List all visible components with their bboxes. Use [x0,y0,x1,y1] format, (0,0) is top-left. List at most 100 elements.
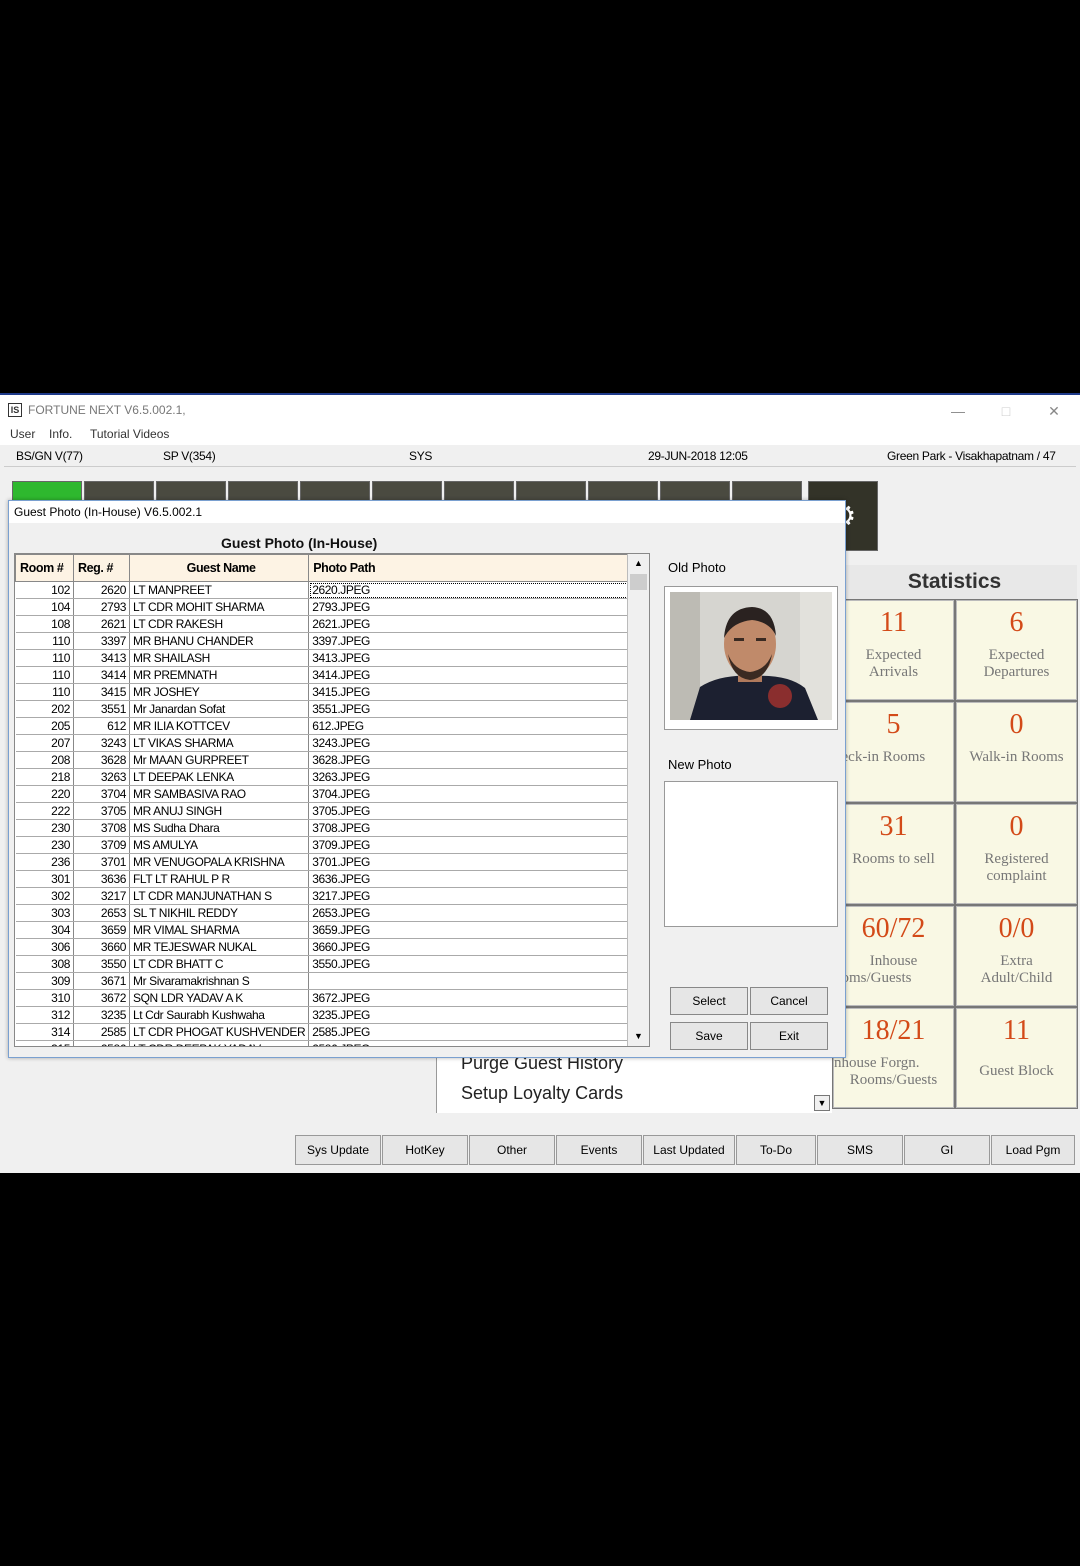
cell-room: 110 [15,649,74,667]
scroll-up-arrow-icon[interactable]: ▲ [630,555,647,572]
cell-photo-path: 3705.JPEG [308,802,632,820]
cell-guest-name: MR ILIA KOTTCEV [129,717,310,735]
cell-guest-name: MR ANUJ SINGH [129,802,310,820]
cancel-button[interactable]: Cancel [750,987,828,1015]
menu-info[interactable]: Info. [49,427,72,441]
application-window: IS FORTUNE NEXT V6.5.002.1, — □ ✕ User I… [0,393,1080,1173]
table-row[interactable]: 205 612 MR ILIA KOTTCEV 612.JPEG [15,717,632,735]
table-row[interactable]: 230 3708 MS Sudha Dhara 3708.JPEG [15,819,632,837]
grid-vertical-scrollbar[interactable]: ▲ ▼ [627,554,649,1046]
cell-photo-path: 3414.JPEG [308,666,632,684]
table-row[interactable]: 230 3709 MS AMULYA 3709.JPEG [15,836,632,854]
table-row[interactable]: 220 3704 MR SAMBASIVA RAO 3704.JPEG [15,785,632,803]
cell-reg: 2793 [73,598,130,616]
exit-button[interactable]: Exit [750,1022,828,1050]
table-row[interactable]: 110 3414 MR PREMNATH 3414.JPEG [15,666,632,684]
cell-reg: 3709 [73,836,130,854]
table-row[interactable]: 207 3243 LT VIKAS SHARMA 3243.JPEG [15,734,632,752]
cell-reg: 3263 [73,768,130,786]
stat-value: 0 [1009,811,1024,842]
table-row[interactable]: 314 2585 LT CDR PHOGAT KUSHVENDER 2585.JPEG [15,1023,632,1041]
stat-inhouse-foreign[interactable]: 18/21 nhouse Forgn. Rooms/Guests [833,1008,954,1108]
close-button[interactable]: ✕ [1042,400,1066,422]
column-header-reg[interactable]: Reg. # [73,554,130,582]
scroll-thumb[interactable] [630,574,647,590]
scroll-down-arrow-icon[interactable]: ▼ [814,1095,830,1111]
cell-guest-name: MS AMULYA [129,836,310,854]
guest-photo-grid[interactable]: Room # Reg. # Guest Name Photo Path 102 2… [14,553,650,1047]
table-row[interactable]: 110 3413 MR SHAILASH 3413.JPEG [15,649,632,667]
table-row[interactable]: 304 3659 MR VIMAL SHARMA 3659.JPEG [15,921,632,939]
table-row[interactable]: 208 3628 Mr MAAN GURPREET 3628.JPEG [15,751,632,769]
cell-photo-path: 2653.JPEG [308,904,632,922]
table-row[interactable]: 3152586LT CDR DEEPAK YADAV2586.JPEG [15,1040,632,1046]
cell-photo-path: 3551.JPEG [308,700,632,718]
table-row[interactable]: 236 3701 MR VENUGOPALA KRISHNA 3701.JPEG [15,853,632,871]
cell-guest-name: LT CDR BHATT C [129,955,310,973]
last-updated-button[interactable]: Last Updated [643,1135,735,1165]
column-header-room[interactable]: Room # [15,554,74,582]
cell-room: 110 [15,683,74,701]
column-header-photo-path[interactable]: Photo Path [308,554,632,582]
stat-walkin-rooms[interactable]: 0 Walk-in Rooms [956,702,1077,802]
stat-expected-departures[interactable]: 6 Expected Departures [956,600,1077,700]
cell-reg: 3243 [73,734,130,752]
menu-user[interactable]: User [10,427,35,441]
table-row[interactable]: 309 3671 Mr Sivaramakrishnan S [15,972,632,990]
stat-checkin-rooms[interactable]: 5 heck-in Rooms [833,702,954,802]
table-row[interactable]: 222 3705 MR ANUJ SINGH 3705.JPEG [15,802,632,820]
cell-reg: 2620 [73,581,130,599]
table-row[interactable]: 104 2793 LT CDR MOHIT SHARMA 2793.JPEG [15,598,632,616]
select-button[interactable]: Select [670,987,748,1015]
stat-extra-adult-child[interactable]: 0/0 Extra Adult/Child [956,906,1077,1006]
stat-registered-complaint[interactable]: 0 Registered complaint [956,804,1077,904]
cell-room: 230 [15,819,74,837]
gi-button[interactable]: GI [904,1135,990,1165]
new-photo-label: New Photo [668,757,732,772]
hotkey-button[interactable]: HotKey [382,1135,468,1165]
stat-label: Inhouse [869,953,918,969]
table-row[interactable]: 303 2653 SL T NIKHIL REDDY 2653.JPEG [15,904,632,922]
stat-value: 31 [879,811,908,842]
maximize-button[interactable]: □ [994,400,1018,422]
table-row[interactable]: 218 3263 LT DEEPAK LENKA 3263.JPEG [15,768,632,786]
table-row[interactable]: 108 2621 LT CDR RAKESH 2621.JPEG [15,615,632,633]
cell-room: 218 [15,768,74,786]
list-item-setup-loyalty-cards[interactable]: Setup Loyalty Cards [461,1083,623,1104]
stat-value: 5 [886,709,901,740]
events-button[interactable]: Events [556,1135,642,1165]
table-row[interactable]: 301 3636 FLT LT RAHUL P R 3636.JPEG [15,870,632,888]
table-row[interactable]: 306 3660 MR TEJESWAR NUKAL 3660.JPEG [15,938,632,956]
cell-room: 304 [15,921,74,939]
table-row[interactable]: 310 3672 SQN LDR YADAV A K 3672.JPEG [15,989,632,1007]
stat-expected-arrivals[interactable]: 11 Expected Arrivals [833,600,954,700]
stat-inhouse-rooms-guests[interactable]: 60/72 Inhouse ooms/Guests [833,906,954,1006]
save-button[interactable]: Save [670,1022,748,1050]
table-row[interactable]: 312 3235 Lt Cdr Saurabh Kushwaha 3235.JPEG [15,1006,632,1024]
column-header-guest-name[interactable]: Guest Name [128,554,310,582]
cell-room: 236 [15,853,74,871]
status-bs-gn: BS/GN V(77) [16,449,83,463]
scroll-down-arrow-icon[interactable]: ▼ [630,1028,647,1045]
status-sp: SP V(354) [163,449,216,463]
load-pgm-button[interactable]: Load Pgm [991,1135,1075,1165]
menu-bar: User Info. Tutorial Videos [0,425,1080,445]
other-button[interactable]: Other [469,1135,555,1165]
table-row[interactable]: 202 3551 Mr Janardan Sofat 3551.JPEG [15,700,632,718]
sys-update-button[interactable]: Sys Update [295,1135,381,1165]
stat-rooms-to-sell[interactable]: 31 Rooms to sell [833,804,954,904]
minimize-button[interactable]: — [946,400,970,422]
stat-value: 18/21 [861,1015,926,1046]
stat-guest-block[interactable]: 11 Guest Block [956,1008,1077,1108]
cell-reg: 2621 [73,615,130,633]
cell-photo-path: 3217.JPEG [308,887,632,905]
sms-button[interactable]: SMS [817,1135,903,1165]
table-row[interactable]: 110 3415 MR JOSHEY 3415.JPEG [15,683,632,701]
menu-tutorial-videos[interactable]: Tutorial Videos [90,427,169,441]
stat-label: Expected [865,647,922,663]
table-row[interactable]: 110 3397 MR BHANU CHANDER 3397.JPEG [15,632,632,650]
table-row[interactable]: 302 3217 LT CDR MANJUNATHAN S 3217.JPEG [15,887,632,905]
table-row[interactable]: 102 2620 LT MANPREET 2620.JPEG [15,581,632,599]
todo-button[interactable]: To-Do [736,1135,816,1165]
table-row[interactable]: 308 3550 LT CDR BHATT C 3550.JPEG [15,955,632,973]
